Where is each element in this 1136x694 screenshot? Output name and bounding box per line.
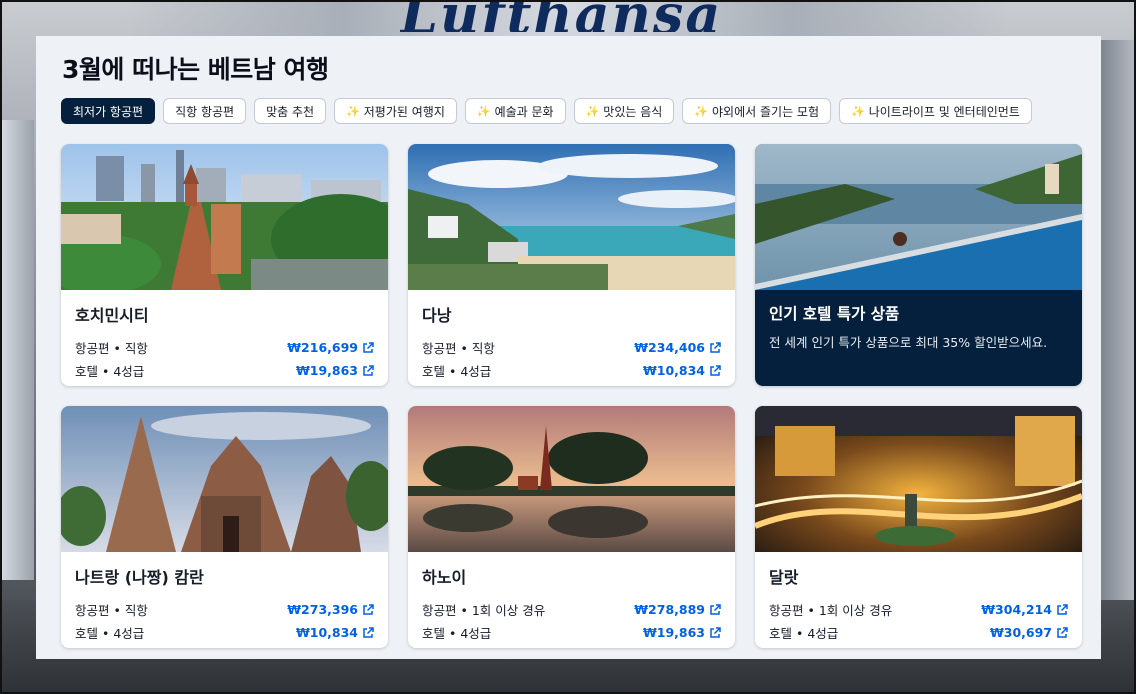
destination-card-hochiminh[interactable]: 호치민시티 항공편 • 직항 ₩216,699 호텔 • 4성급 ₩19,863 (61, 144, 388, 386)
filter-chip-direct[interactable]: 직항 항공편 (163, 98, 247, 124)
destination-photo (408, 406, 735, 552)
external-link-icon (1057, 603, 1068, 615)
external-link-icon (363, 603, 374, 615)
destination-card-dalat[interactable]: 달랏 항공편 • 1회 이상 경유 ₩304,214 호텔 • 4성급 ₩30,… (755, 406, 1082, 648)
flight-price[interactable]: ₩304,214 (981, 602, 1068, 617)
sparkle-icon: ✨ (851, 104, 865, 118)
destination-name: 다낭 (422, 306, 452, 325)
hotel-price-value: ₩30,697 (989, 625, 1052, 640)
filter-chip-label: 야외에서 즐기는 모험 (712, 104, 820, 119)
hotel-deals-promo-card[interactable]: 인기 호텔 특가 상품 전 세계 인기 특가 상품으로 최대 35% 할인받으세… (755, 144, 1082, 386)
filter-chip-nightlife[interactable]: ✨ 나이트라이프 및 엔터테인먼트 (839, 98, 1032, 124)
flight-price-value: ₩273,396 (287, 602, 358, 617)
flight-price-value: ₩304,214 (981, 602, 1052, 617)
destination-photo (61, 406, 388, 552)
filter-chip-label: 저평가된 여행지 (363, 104, 445, 119)
hotel-row[interactable]: 호텔 • 4성급 ₩19,863 (75, 359, 374, 382)
hotel-label: 호텔 • 4성급 (75, 364, 145, 379)
promo-description: 전 세계 인기 특가 상품으로 최대 35% 할인받으세요. (769, 335, 1048, 350)
filter-chip-art-culture[interactable]: ✨ 예술과 문화 (464, 98, 566, 124)
hotel-label: 호텔 • 4성급 (422, 364, 492, 379)
flight-price[interactable]: ₩278,889 (634, 602, 721, 617)
destination-grid: 호치민시티 항공편 • 직항 ₩216,699 호텔 • 4성급 ₩19,863 (61, 144, 1082, 648)
destination-photo (408, 144, 735, 290)
flight-row[interactable]: 항공편 • 1회 이상 경유 ₩278,889 (422, 598, 721, 621)
hotel-row[interactable]: 호텔 • 4성급 ₩19,863 (422, 621, 721, 644)
flight-row[interactable]: 항공편 • 직항 ₩216,699 (75, 336, 374, 359)
flight-label: 항공편 • 직항 (75, 603, 148, 618)
flight-price[interactable]: ₩234,406 (634, 340, 721, 355)
hotel-price-value: ₩10,834 (295, 625, 358, 640)
flight-price-value: ₩234,406 (634, 340, 705, 355)
hotel-label: 호텔 • 4성급 (769, 626, 839, 641)
background-aircraft-right (1100, 40, 1136, 600)
flight-row[interactable]: 항공편 • 직항 ₩234,406 (422, 336, 721, 359)
external-link-icon (363, 341, 374, 353)
filter-chip-label: 최저가 항공편 (73, 104, 144, 119)
filter-chip-label: 예술과 문화 (494, 104, 554, 119)
hotel-label: 호텔 • 4성급 (422, 626, 492, 641)
hotel-price[interactable]: ₩10,834 (296, 625, 374, 640)
background-brand-text: Lufthansa (400, 0, 723, 32)
hotel-row[interactable]: 호텔 • 4성급 ₩10,834 (75, 621, 374, 644)
promo-photo (755, 144, 1082, 290)
destination-name: 나트랑 (나짱) 캄란 (75, 568, 204, 587)
sparkle-icon: ✨ (346, 104, 360, 118)
filter-chip-outdoor[interactable]: ✨ 야외에서 즐기는 모험 (682, 98, 832, 124)
flight-row[interactable]: 항공편 • 직항 ₩273,396 (75, 598, 374, 621)
filter-chip-underrated[interactable]: ✨ 저평가된 여행지 (334, 98, 457, 124)
hotel-price[interactable]: ₩10,834 (643, 363, 721, 378)
hotel-price[interactable]: ₩19,863 (296, 363, 374, 378)
content-panel: 3월에 떠나는 베트남 여행 최저가 항공편 직항 항공편 맞춤 추천 ✨ 저평… (36, 36, 1101, 659)
flight-price-value: ₩216,699 (287, 340, 358, 355)
destination-name: 달랏 (769, 568, 799, 587)
filter-chip-label: 나이트라이프 및 엔터테인먼트 (868, 104, 1020, 119)
external-link-icon (710, 603, 721, 615)
filter-chip-cheapest[interactable]: 최저가 항공편 (61, 98, 156, 124)
destination-photo (61, 144, 388, 290)
hotel-row[interactable]: 호텔 • 4성급 ₩10,834 (422, 359, 721, 382)
filter-chip-food[interactable]: ✨ 맛있는 음식 (573, 98, 675, 124)
flight-label: 항공편 • 1회 이상 경유 (769, 603, 893, 618)
destination-name: 호치민시티 (75, 306, 149, 325)
flight-label: 항공편 • 직항 (422, 341, 495, 356)
hotel-price[interactable]: ₩19,863 (643, 625, 721, 640)
flight-price-value: ₩278,889 (634, 602, 705, 617)
hotel-price[interactable]: ₩30,697 (990, 625, 1068, 640)
flight-price[interactable]: ₩273,396 (287, 602, 374, 617)
external-link-icon (710, 626, 721, 638)
hotel-label: 호텔 • 4성급 (75, 626, 145, 641)
filter-chip-label: 직항 항공편 (175, 104, 235, 119)
hotel-price-value: ₩19,863 (642, 625, 705, 640)
sparkle-icon: ✨ (476, 104, 491, 118)
external-link-icon (710, 341, 721, 353)
hotel-price-value: ₩19,863 (295, 363, 358, 378)
destination-card-nhatrang[interactable]: 나트랑 (나짱) 캄란 항공편 • 직항 ₩273,396 호텔 • 4성급 ₩… (61, 406, 388, 648)
flight-price[interactable]: ₩216,699 (287, 340, 374, 355)
page-title: 3월에 떠나는 베트남 여행 (62, 55, 329, 84)
flight-label: 항공편 • 1회 이상 경유 (422, 603, 546, 618)
filter-chip-label: 맞춤 추천 (266, 104, 315, 119)
filter-chip-recommended[interactable]: 맞춤 추천 (254, 98, 327, 124)
external-link-icon (1057, 626, 1068, 638)
flight-label: 항공편 • 직항 (75, 341, 148, 356)
background-aircraft-left (0, 120, 34, 580)
destination-name: 하노이 (422, 568, 467, 587)
flight-row[interactable]: 항공편 • 1회 이상 경유 ₩304,214 (769, 598, 1068, 621)
sparkle-icon: ✨ (585, 104, 600, 118)
destination-card-hanoi[interactable]: 하노이 항공편 • 1회 이상 경유 ₩278,889 호텔 • 4성급 ₩19… (408, 406, 735, 648)
sparkle-icon: ✨ (694, 104, 709, 118)
external-link-icon (363, 364, 374, 376)
hotel-row[interactable]: 호텔 • 4성급 ₩30,697 (769, 621, 1068, 644)
destination-card-danang[interactable]: 다낭 항공편 • 직항 ₩234,406 호텔 • 4성급 ₩10,834 (408, 144, 735, 386)
filter-chip-label: 맛있는 음식 (603, 104, 663, 119)
promo-title: 인기 호텔 특가 상품 (769, 305, 900, 323)
destination-photo (755, 406, 1082, 552)
external-link-icon (363, 626, 374, 638)
external-link-icon (710, 364, 721, 376)
filter-chips: 최저가 항공편 직항 항공편 맞춤 추천 ✨ 저평가된 여행지 ✨ 예술과 문화… (61, 98, 1032, 124)
hotel-price-value: ₩10,834 (642, 363, 705, 378)
